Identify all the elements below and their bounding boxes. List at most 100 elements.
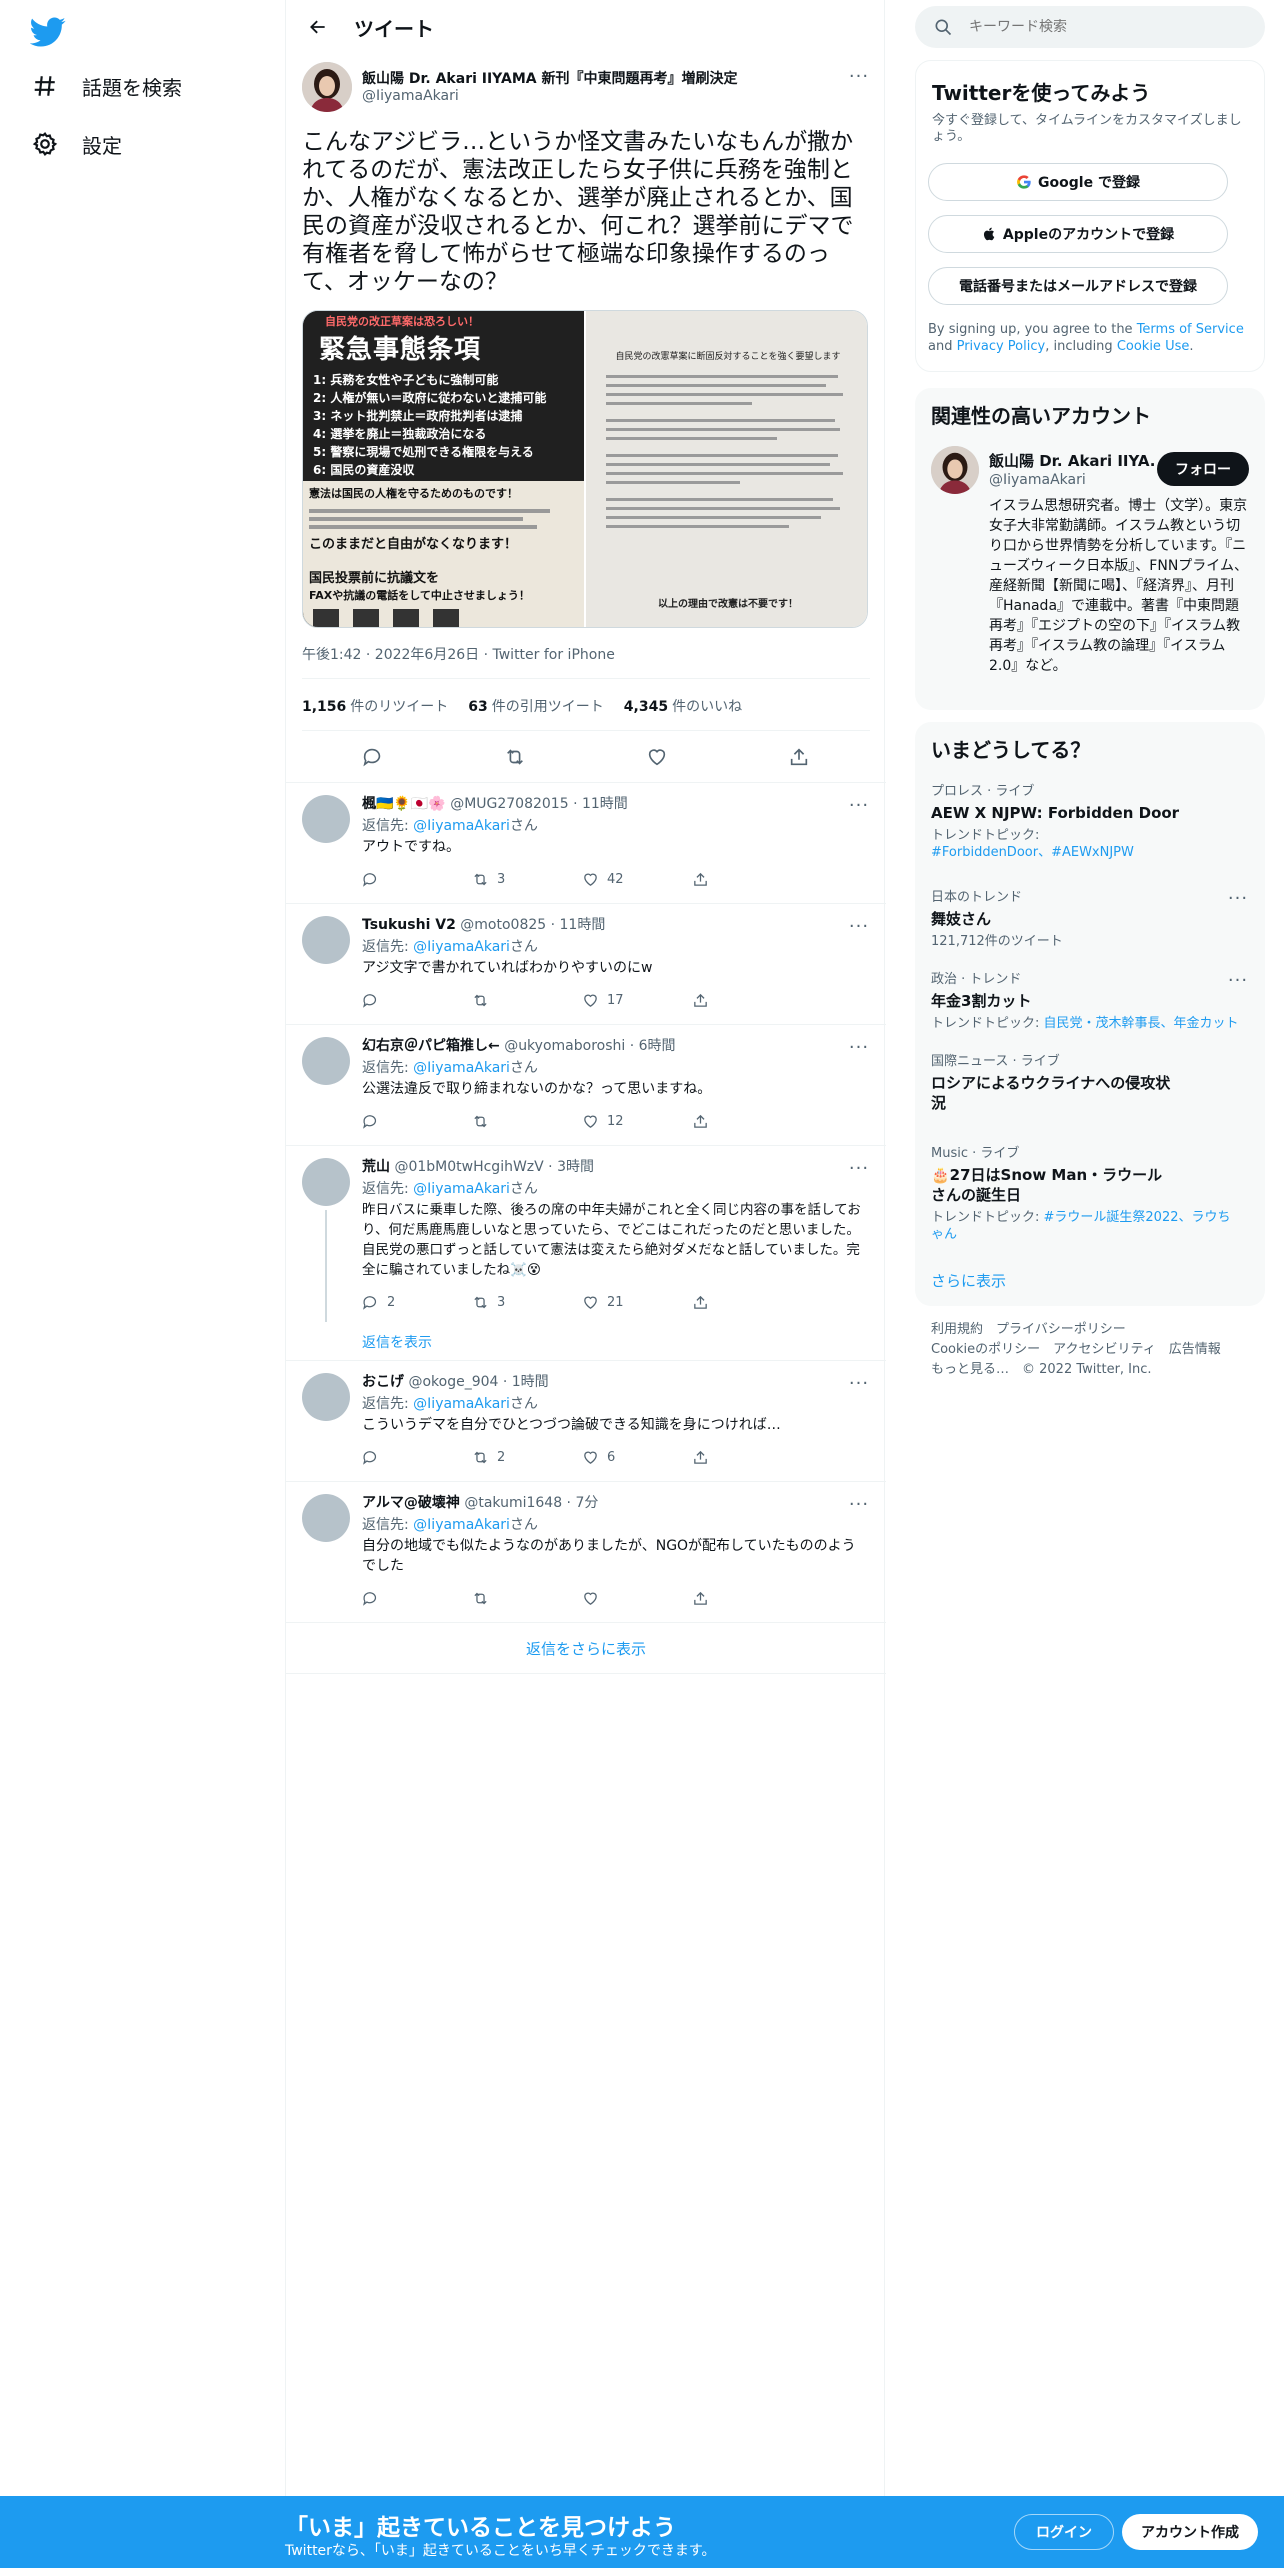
author-name[interactable]: 飯山陽 Dr. Akari IIYAMA 新刊『中東問題再考』増刷決定 xyxy=(362,68,737,88)
mention-link[interactable]: @IiyamaAkari xyxy=(413,1517,510,1533)
search-box[interactable] xyxy=(915,6,1265,48)
twitter-logo-icon[interactable] xyxy=(30,14,66,50)
cookie-link[interactable]: Cookie Use xyxy=(1117,339,1190,354)
reply-handle[interactable]: @moto0825 · 11時間 xyxy=(460,917,605,933)
reply-name[interactable]: 幻右京＠パピ箱推し← xyxy=(362,1038,500,1054)
back-arrow-icon[interactable] xyxy=(300,9,336,45)
nav-explore[interactable]: 話題を検索 xyxy=(30,58,182,114)
retweet-count[interactable]: 1,156 件のリツイート xyxy=(302,696,448,716)
share-icon[interactable] xyxy=(692,1113,802,1130)
more-options-icon[interactable]: ··· xyxy=(846,1158,872,1179)
share-icon[interactable] xyxy=(788,746,810,768)
retweet-icon[interactable] xyxy=(504,746,526,768)
flyer-image-left[interactable]: 自民党の改正草案は恐ろしい！ 緊急事態条項 1: 兵務を女性や子どもに強制可能 … xyxy=(303,311,584,627)
related-avatar[interactable] xyxy=(931,446,979,494)
trend-item[interactable]: 国際ニュース · ライブ ロシアによるウクライナへの侵攻状況 xyxy=(931,1050,1251,1113)
footer-line[interactable]: Cookieのポリシー アクセシビリティ 広告情報 xyxy=(931,1340,1261,1360)
google-signup-button[interactable]: Google で登録 xyxy=(928,163,1228,201)
retweet-icon[interactable]: 2 xyxy=(472,1449,582,1466)
share-icon[interactable] xyxy=(692,871,802,888)
footer-line[interactable]: もっと見る… © 2022 Twitter, Inc. xyxy=(931,1360,1261,1380)
reply-tweet[interactable]: おこげ @okoge_904 · 1時間 ··· 返信先: @IiyamaAka… xyxy=(286,1361,886,1481)
mention-link[interactable]: @IiyamaAkari xyxy=(413,818,510,834)
mention-link[interactable]: @IiyamaAkari xyxy=(413,1181,510,1197)
mention-link[interactable]: @IiyamaAkari xyxy=(413,939,510,955)
like-icon[interactable]: 21 xyxy=(582,1294,692,1311)
show-more-replies-link[interactable]: 返信をさらに表示 xyxy=(286,1623,886,1673)
phone-email-signup-button[interactable]: 電話番号またはメールアドレスで登録 xyxy=(928,267,1228,305)
trend-item[interactable]: プロレス · ライブ AEW X NJPW: Forbidden Door トレ… xyxy=(931,780,1251,861)
share-icon[interactable] xyxy=(692,992,802,1009)
reply-name[interactable]: おこげ xyxy=(362,1374,404,1390)
retweet-icon[interactable]: 3 xyxy=(472,1294,582,1311)
trend-more-icon[interactable]: ··· xyxy=(1225,888,1251,909)
retweet-icon[interactable]: 3 xyxy=(472,871,582,888)
more-options-icon[interactable]: ··· xyxy=(846,1494,872,1515)
reply-tweet[interactable]: 幻右京＠パピ箱推し← @ukyomaboroshi · 6時間 ··· 返信先:… xyxy=(286,1025,886,1145)
reply-icon[interactable]: 2 xyxy=(362,1294,472,1311)
like-icon[interactable]: 17 xyxy=(582,992,692,1009)
trend-item[interactable]: 日本のトレンド 舞妓さん 121,712件のツイート xyxy=(931,886,1251,950)
reply-icon[interactable] xyxy=(362,1590,472,1607)
reply-tweet[interactable]: 楓🇺🇦🌻🇯🇵🌸 @MUG27082015 · 11時間 ··· 返信先: @Ii… xyxy=(286,783,886,903)
tweet-timestamp[interactable]: 午後1:42 · 2022年6月26日 · Twitter for iPhone xyxy=(302,644,615,664)
trend-item[interactable]: 政治 · トレンド 年金3割カット トレンドトピック: 自民党・茂木幹事長、年金… xyxy=(931,968,1251,1032)
footer-line[interactable]: 利用規約 プライバシーポリシー xyxy=(931,1320,1261,1340)
like-icon[interactable]: 42 xyxy=(582,871,692,888)
reply-name[interactable]: 荒山 xyxy=(362,1159,390,1175)
show-more-trends-link[interactable]: さらに表示 xyxy=(931,1270,1006,1291)
retweet-icon[interactable] xyxy=(472,1590,582,1607)
reply-tweet[interactable]: 荒山 @01bM0twHcgihWzV · 3時間 ··· 返信先: @Iiya… xyxy=(286,1146,886,1360)
signup-button[interactable]: アカウント作成 xyxy=(1122,2514,1258,2550)
login-button[interactable]: ログイン xyxy=(1014,2514,1114,2550)
reply-handle[interactable]: @01bM0twHcgihWzV · 3時間 xyxy=(394,1159,594,1175)
reply-tweet[interactable]: Tsukushi V2 @moto0825 · 11時間 ··· 返信先: @I… xyxy=(286,904,886,1024)
reply-avatar[interactable] xyxy=(302,1494,350,1542)
like-icon[interactable] xyxy=(646,746,668,768)
nav-settings[interactable]: 設定 xyxy=(30,116,122,172)
reply-icon[interactable] xyxy=(362,992,472,1009)
share-icon[interactable] xyxy=(692,1590,802,1607)
follow-button[interactable]: フォロー xyxy=(1157,452,1249,486)
tweet-media[interactable]: 自民党の改正草案は恐ろしい！ 緊急事態条項 1: 兵務を女性や子どもに強制可能 … xyxy=(302,310,868,628)
more-options-icon[interactable]: ··· xyxy=(846,66,872,87)
more-options-icon[interactable]: ··· xyxy=(846,916,872,937)
search-input[interactable] xyxy=(969,19,1249,35)
terms-link[interactable]: Terms of Service xyxy=(1137,322,1244,337)
mention-link[interactable]: @IiyamaAkari xyxy=(413,1060,510,1076)
reply-handle[interactable]: @okoge_904 · 1時間 xyxy=(408,1374,548,1390)
flyer-image-right[interactable]: 自民党の改憲草案に断固反対することを強く要望します 以上の理由で改憲は不要です！ xyxy=(584,311,867,627)
related-name[interactable]: 飯山陽 Dr. Akari IIYA... xyxy=(989,450,1155,471)
show-replies-link[interactable]: 返信を表示 xyxy=(362,1332,432,1352)
reply-icon[interactable] xyxy=(362,746,384,768)
reply-name[interactable]: Tsukushi V2 xyxy=(362,917,456,933)
more-options-icon[interactable]: ··· xyxy=(846,1037,872,1058)
reply-icon[interactable] xyxy=(362,1113,472,1130)
like-count[interactable]: 4,345 件のいいね xyxy=(624,696,742,716)
retweet-icon[interactable] xyxy=(472,992,582,1009)
trend-topic-link[interactable]: #ForbiddenDoor、#AEWxNJPW xyxy=(931,845,1134,860)
reply-avatar[interactable] xyxy=(302,916,350,964)
more-options-icon[interactable]: ··· xyxy=(846,795,872,816)
share-icon[interactable] xyxy=(692,1449,802,1466)
reply-name[interactable]: アルマ@破壊神 xyxy=(362,1495,460,1511)
reply-avatar[interactable] xyxy=(302,795,350,843)
more-options-icon[interactable]: ··· xyxy=(846,1373,872,1394)
like-icon[interactable] xyxy=(582,1590,692,1607)
reply-icon[interactable] xyxy=(362,1449,472,1466)
quote-count[interactable]: 63 件の引用ツイート xyxy=(468,696,603,716)
apple-signup-button[interactable]: Appleのアカウントで登録 xyxy=(928,215,1228,253)
trend-more-icon[interactable]: ··· xyxy=(1225,970,1251,991)
mention-link[interactable]: @IiyamaAkari xyxy=(413,1396,510,1412)
trend-topic-link[interactable]: 自民党・茂木幹事長、年金カット xyxy=(1044,1016,1239,1031)
retweet-icon[interactable] xyxy=(472,1113,582,1130)
reply-handle[interactable]: @MUG27082015 · 11時間 xyxy=(450,796,628,812)
reply-avatar[interactable] xyxy=(302,1373,350,1421)
related-handle[interactable]: @IiyamaAkari xyxy=(989,472,1086,488)
author-avatar[interactable] xyxy=(302,62,352,112)
like-icon[interactable]: 6 xyxy=(582,1449,692,1466)
author-handle[interactable]: @IiyamaAkari xyxy=(362,88,459,104)
reply-avatar[interactable] xyxy=(302,1037,350,1085)
reply-handle[interactable]: @ukyomaboroshi · 6時間 xyxy=(504,1038,675,1054)
privacy-link[interactable]: Privacy Policy xyxy=(957,339,1046,354)
